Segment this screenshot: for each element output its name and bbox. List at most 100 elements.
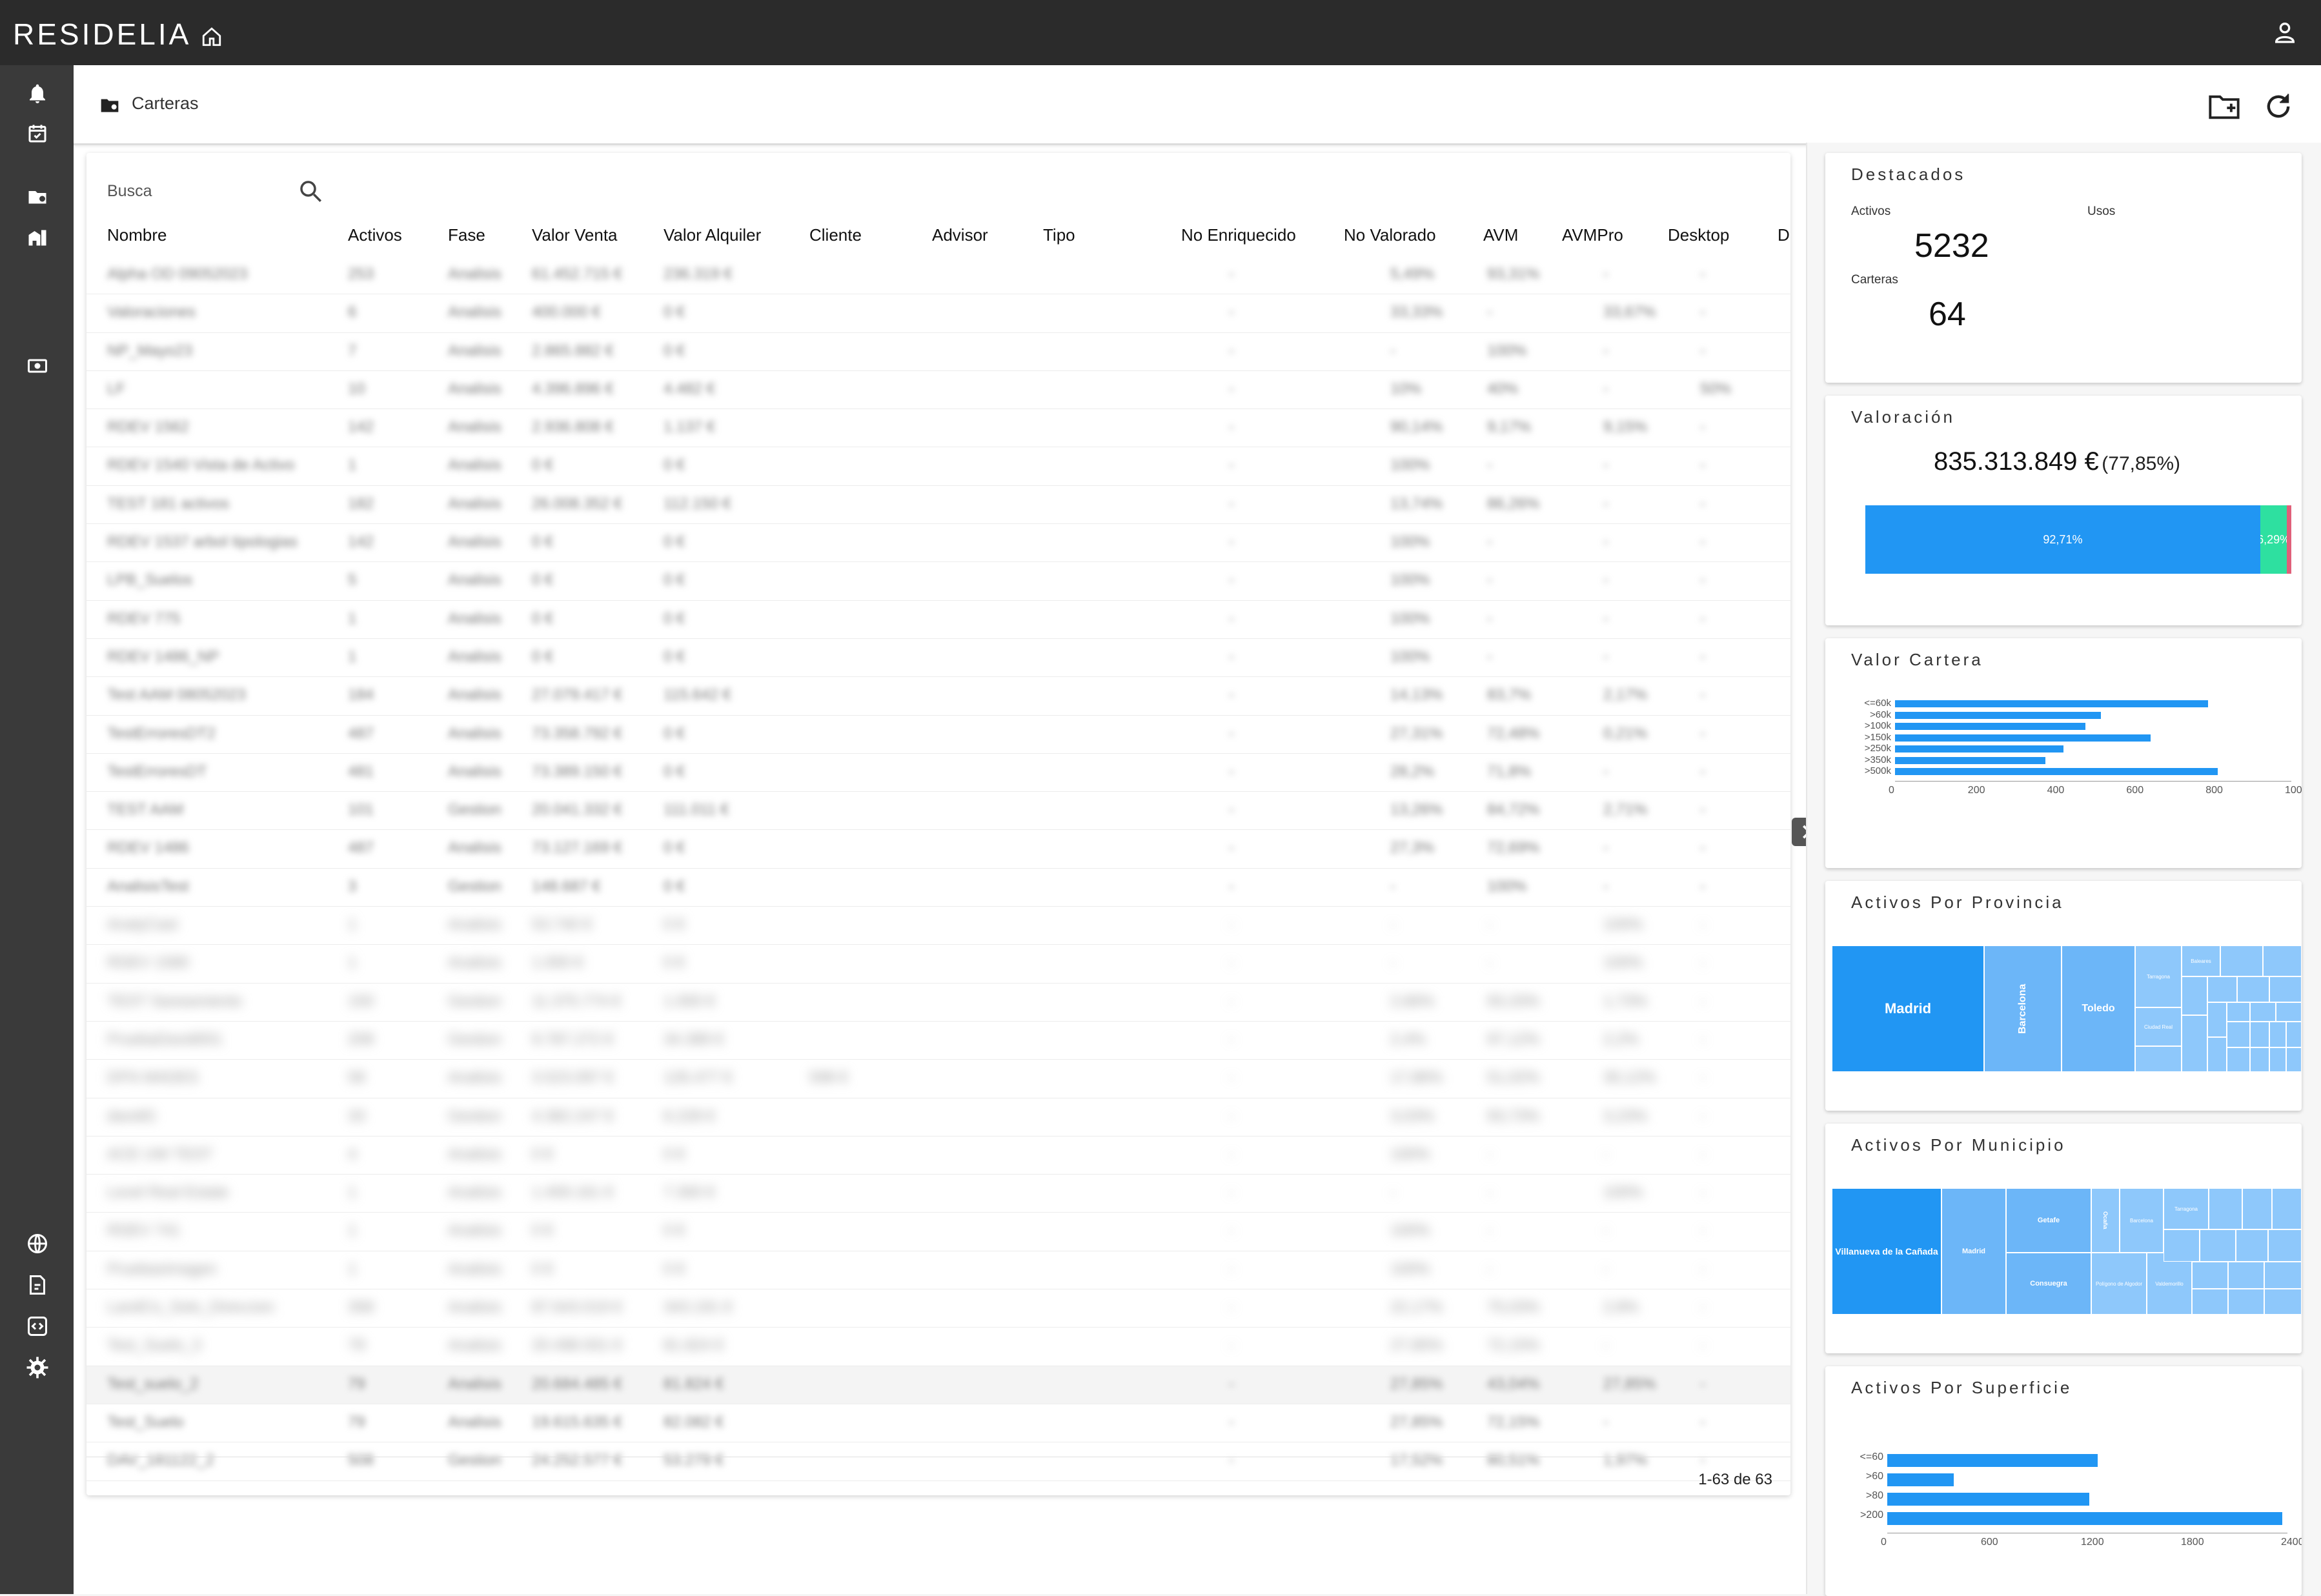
table-row[interactable]: RDEV 1537 arbol tipologias 142 Analisis 0 €… (86, 524, 1790, 563)
column-header[interactable]: Cliente (809, 225, 862, 245)
treemap-cell-barcelona[interactable]: Barcelona (2120, 1188, 2164, 1253)
column-header[interactable]: Nombre (107, 225, 167, 245)
column-header[interactable]: No Valorado (1344, 225, 1436, 245)
valoracion-segment[interactable] (2287, 505, 2291, 574)
chart-bar[interactable] (1887, 1512, 2283, 1525)
treemap-cell[interactable] (2250, 1047, 2269, 1072)
chart-bar[interactable] (1895, 700, 2209, 707)
column-header[interactable]: Desktop (1668, 225, 1729, 245)
treemap-cell[interactable] (2207, 1037, 2227, 1072)
chart-bar[interactable] (1887, 1454, 2098, 1467)
treemap-cell[interactable] (2263, 945, 2302, 976)
table-row[interactable]: NP_Mayo23 7 Analisis 2.865.882 € 0 € - - 100% - - (86, 333, 1790, 371)
treemap-cell[interactable] (2286, 1047, 2302, 1072)
table-row[interactable]: LF 10 Analisis 4.396.896 € 4.482 € - 10% 40% - 50… (86, 371, 1790, 410)
treemap-cell[interactable] (2182, 1015, 2207, 1072)
treemap-cell[interactable] (2272, 1188, 2302, 1229)
logo[interactable]: RESIDELIA (13, 17, 223, 52)
table-row[interactable]: TEST 181 activos 182 Analisis 26.008.352 € 1… (86, 486, 1790, 525)
treemap-cell[interactable] (2237, 976, 2269, 1002)
treemap-cell-toledo[interactable]: Toledo (2062, 945, 2135, 1072)
valoracion-segment[interactable]: 92,71% (1865, 505, 2260, 574)
table-row[interactable]: Test_Suelo 79 Analisis 19.615.635 € 82.082 €… (86, 1404, 1790, 1443)
treemap-cell[interactable] (2164, 1229, 2200, 1262)
chart-bar[interactable] (1887, 1493, 2089, 1506)
treemap-cell[interactable] (2286, 1022, 2302, 1047)
treemap-cell[interactable] (2227, 1022, 2250, 1047)
table-row[interactable]: Test AAM 08052023 184 Analisis 27.079.417 €… (86, 677, 1790, 716)
table-row[interactable]: Alpha OD 09052023 253 Analisis 61.452.715 €… (86, 256, 1790, 295)
treemap-cell[interactable] (2227, 1002, 2250, 1022)
treemap-cell[interactable] (2220, 945, 2263, 976)
valoracion-segment[interactable]: 6,29% (2260, 505, 2287, 574)
table-row[interactable]: LandCo_Solo_Direccion 358 Analisis 87.643.0… (86, 1289, 1790, 1328)
table-row[interactable]: RDEV 1580 1 Analisis 1.000 € 0 € - - - 100% - (86, 945, 1790, 984)
treemap-cell[interactable] (2200, 1229, 2236, 1262)
treemap-cell-tarragona[interactable]: Tarragona (2135, 945, 2182, 1007)
globe-icon[interactable] (26, 1232, 49, 1255)
treemap-cell[interactable] (2192, 1262, 2228, 1289)
treemap-cell-valdemorillo[interactable]: Valdemorillo (2147, 1253, 2192, 1315)
treemap-cell[interactable] (2269, 1047, 2286, 1072)
column-header[interactable]: Tipo (1043, 225, 1075, 245)
table-row[interactable]: davidG 33 Gestion 4.382.247 € 6.228 € - 3,03% 9… (86, 1098, 1790, 1136)
treemap-cell[interactable] (2250, 1022, 2269, 1047)
treemap-cell[interactable] (2207, 976, 2237, 1002)
table-row[interactable]: TEST Saneamiento 150 Gestion 11.375.774 € 1.… (86, 984, 1790, 1022)
treemap-cell-getafe[interactable]: Getafe (2006, 1188, 2091, 1253)
treemap-cell[interactable] (2269, 1022, 2286, 1047)
refresh-button[interactable] (2262, 90, 2295, 123)
column-header[interactable]: No Enriquecido (1181, 225, 1296, 245)
chart-bar[interactable] (1895, 711, 2102, 719)
user-account-icon[interactable] (2272, 19, 2298, 48)
table-row[interactable]: RDEV 1486_NP 1 Analisis 0 € 0 € - 100% - - - (86, 639, 1790, 678)
new-folder-button[interactable] (2207, 90, 2241, 123)
search-input[interactable] (106, 172, 289, 210)
treemap-cell-barcelona[interactable]: Barcelona (1984, 945, 2062, 1072)
treemap-cell-madrid[interactable]: Madrid (1941, 1188, 2006, 1315)
treemap-cell[interactable] (2236, 1229, 2268, 1262)
treemap-cell[interactable] (2250, 1002, 2276, 1022)
table-row[interactable]: Test_Suelo_3 79 Analisis 20.498.931 € 81.824… (86, 1328, 1790, 1366)
column-header[interactable]: Advisor (932, 225, 988, 245)
table-row[interactable]: PruebasImagen 1 Analisis 0 € 0 € - 100% - - - (86, 1251, 1790, 1290)
cash-icon[interactable] (26, 354, 49, 378)
buildings-icon[interactable] (26, 225, 49, 248)
treemap-cell-baleares[interactable]: Baleares (2182, 945, 2220, 976)
search-icon[interactable] (297, 177, 324, 208)
treemap-cell-tarragona[interactable]: Tarragona (2164, 1188, 2209, 1229)
column-header[interactable]: Valor Alquiler (664, 225, 761, 245)
table-row[interactable]: AnalisisTest 3 Gestion 148.687 € 0 € - - 100% - - (86, 869, 1790, 907)
table-row[interactable]: Level Real Estate 1 Analisis 1.459.161 € 7.3… (86, 1175, 1790, 1213)
table-row[interactable]: TEST AAM 101 Gestion 20.041.332 € 111.011 € -… (86, 792, 1790, 831)
chart-bar[interactable] (1895, 745, 2063, 753)
treemap-cell[interactable] (2242, 1188, 2272, 1229)
treemap-cell[interactable] (2135, 1046, 2182, 1072)
settings-gear-icon[interactable] (26, 1356, 49, 1379)
treemap-cell[interactable] (2227, 1047, 2250, 1072)
chart-bar[interactable] (1895, 756, 2046, 764)
treemap-cell[interactable] (2182, 976, 2207, 1015)
notifications-bell-icon[interactable] (26, 82, 49, 105)
table-row[interactable]: TestErroresDT 481 Analisis 73.389.150 € 0 € -… (86, 754, 1790, 793)
column-header[interactable]: AVMPro (1562, 225, 1623, 245)
table-row[interactable]: TestErroresDT2 487 Analisis 73.358.792 € 0 €… (86, 716, 1790, 754)
table-row[interactable]: AnalyCast 1 Analisis 53.740 € 0 € - - - 100% - (86, 907, 1790, 945)
treemap-cell[interactable] (2268, 1229, 2302, 1262)
column-header[interactable]: Valor Venta (532, 225, 618, 245)
treemap-cell[interactable] (2228, 1289, 2264, 1315)
table-row[interactable]: RDEV 775 1 Analisis 0 € 0 € - 100% - - - (86, 601, 1790, 639)
treemap-cell-villanueva[interactable]: Villanueva de la Cañada (1832, 1188, 1941, 1315)
chart-bar[interactable] (1887, 1473, 1954, 1486)
column-header[interactable]: AVM (1483, 225, 1518, 245)
chart-bar[interactable] (1895, 734, 2151, 742)
treemap-cell-ciudad-real[interactable]: Ciudad Real (2135, 1007, 2182, 1046)
table-row[interactable]: ACE UW TEST 4 Analisis 0 € 0 € - 100% - - - (86, 1136, 1790, 1175)
treemap-cell-ocana[interactable]: Ocaña (2091, 1188, 2120, 1253)
treemap-cell[interactable] (2192, 1289, 2228, 1315)
table-row[interactable]: Valoraciones 6 Analisis 400.000 € 0 € - 33,33%… (86, 294, 1790, 333)
table-row[interactable]: RDEV 1540 Vista de Activo 1 Analisis 0 € 0 €… (86, 447, 1790, 486)
document-edit-icon[interactable] (26, 1273, 49, 1297)
table-row[interactable]: RDEV 1486 487 Analisis 73.127.169 € 0 € - 27,3… (86, 830, 1790, 869)
table-row[interactable]: RDEV 1562 142 Analisis 2.936.808 € 1.137 € - 9… (86, 409, 1790, 448)
